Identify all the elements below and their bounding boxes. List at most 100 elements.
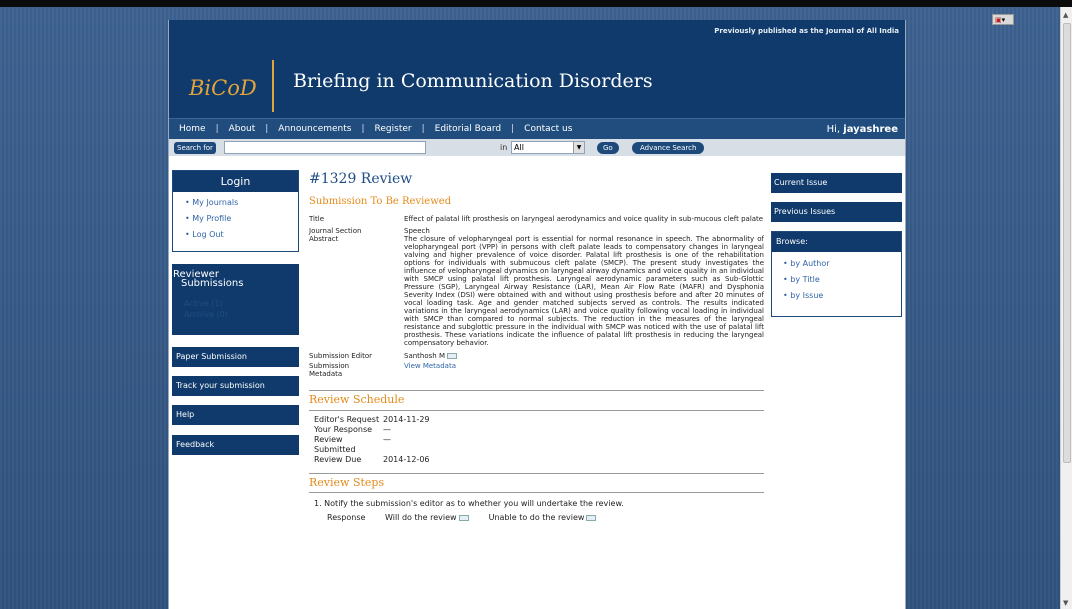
schedule-value: 2014-12-06 — [383, 455, 430, 464]
user-greeting: Hi, jayashree — [827, 124, 898, 135]
paper-submission-link[interactable]: Paper Submission — [172, 347, 299, 367]
response-label: Response — [327, 513, 366, 522]
email-icon[interactable] — [586, 514, 597, 521]
scroll-down-arrow-icon[interactable]: ▼ — [1063, 599, 1068, 607]
username: jayashree — [843, 124, 898, 135]
login-links: My Journals My Profile Log Out — [173, 192, 298, 243]
abstract-row: Abstract The closure of velopharyngeal p… — [309, 235, 764, 347]
feedback-link[interactable]: Feedback — [172, 435, 299, 455]
login-title: Login — [173, 171, 298, 192]
search-scope-select[interactable]: All ▼ — [511, 141, 585, 154]
view-metadata-link[interactable]: View Metadata — [404, 362, 764, 378]
nav-register[interactable]: Register — [373, 124, 414, 134]
abstract-value: The closure of velopharyngeal port is es… — [404, 235, 764, 347]
nav-home[interactable]: Home — [177, 124, 208, 134]
search-go-button[interactable]: Go — [597, 142, 619, 154]
scrollbar-thumb[interactable] — [1063, 23, 1071, 463]
schedule-value: — — [383, 435, 391, 444]
track-submission-link[interactable]: Track your submission — [172, 376, 299, 396]
journal-section-value: Speech — [404, 227, 430, 235]
journal-title: Briefing in Communication Disorders — [293, 70, 653, 92]
greeting-prefix: Hi, — [826, 124, 841, 135]
schedule-label: Editor's Request — [314, 415, 380, 424]
nav-separator: | — [215, 124, 219, 134]
review-step-1: 1. Notify the submission's editor as to … — [314, 499, 624, 508]
nav-separator: | — [421, 124, 425, 134]
unable-review-option: Unable to do the review — [489, 512, 597, 523]
review-schedule-table: Editor's Request 2014-11-29 Your Response… — [309, 415, 764, 465]
nav-announcements[interactable]: Announcements — [276, 124, 353, 134]
submission-editor-value: Santhosh M — [404, 352, 445, 360]
my-profile-link[interactable]: My Profile — [185, 211, 298, 227]
browse-box: Browse: by Author by Title by Issue — [771, 231, 902, 317]
review-heading: #1329 Review — [309, 171, 413, 187]
current-issue-link[interactable]: Current Issue — [771, 173, 902, 193]
schedule-value: — — [383, 425, 391, 434]
nav-contact-us[interactable]: Contact us — [522, 124, 574, 134]
metadata-label-line2: Metadata — [309, 370, 343, 378]
schedule-row: Review Submitted — — [309, 435, 764, 455]
will-do-review-label: Will do the review — [385, 513, 457, 522]
my-journals-link[interactable]: My Journals — [185, 195, 298, 211]
will-do-review-option: Will do the review — [385, 512, 469, 523]
browse-title: Browse: — [772, 232, 901, 252]
submission-editor-row: Submission Editor Santhosh M — [309, 351, 764, 361]
vertical-scrollbar[interactable]: ▲ ▼ — [1060, 7, 1072, 609]
metadata-label-line1: Submission — [309, 362, 350, 370]
abstract-label: Abstract — [309, 235, 339, 243]
reviewer-submissions-box: Reviewer Submissions Active (1) Archive (… — [172, 264, 299, 335]
unable-review-label: Unable to do the review — [488, 513, 585, 522]
review-schedule-title: Review Schedule — [309, 393, 405, 406]
log-out-link[interactable]: Log Out — [185, 227, 298, 243]
journal-page: Previously published as the Journal of A… — [168, 20, 906, 609]
reviewer-submissions-links: Active (1) Archive (0) — [172, 288, 299, 320]
previous-issues-link[interactable]: Previous Issues — [771, 202, 902, 222]
archive-submissions-link[interactable]: Archive (0) — [184, 309, 299, 320]
site-header: Previously published as the Journal of A… — [169, 20, 905, 118]
divider — [309, 473, 764, 474]
schedule-row: Your Response — — [309, 425, 764, 435]
main-nav: Home | About | Announcements | Register … — [169, 118, 905, 139]
journal-logo[interactable]: BiCoD — [189, 76, 257, 100]
nav-separator: | — [361, 124, 365, 134]
nav-separator: | — [511, 124, 515, 134]
browse-by-issue-link[interactable]: by Issue — [783, 288, 901, 304]
reviewer-submissions-title: Reviewer Submissions — [172, 264, 299, 289]
title-value: Effect of palatal lift prosthesis on lar… — [404, 215, 764, 223]
logo-divider — [272, 60, 274, 112]
submission-metadata-row: Submission Metadata View Metadata — [309, 362, 764, 378]
compatibility-view-icon[interactable]: ▣▾ — [992, 14, 1014, 25]
window-top-bar — [0, 0, 1072, 7]
divider — [309, 410, 764, 411]
login-box: Login My Journals My Profile Log Out — [172, 170, 299, 252]
nav-editorial-board[interactable]: Editorial Board — [433, 124, 503, 134]
search-in-label: in — [500, 143, 508, 152]
chevron-down-icon[interactable]: ▼ — [573, 142, 584, 153]
scroll-up-arrow-icon[interactable]: ▲ — [1063, 11, 1068, 19]
browse-by-author-link[interactable]: by Author — [783, 256, 901, 272]
response-row: Response Will do the review Unable to do… — [309, 512, 764, 523]
title-label: Title — [309, 215, 325, 223]
email-icon[interactable] — [446, 353, 457, 359]
nav-about[interactable]: About — [227, 124, 258, 134]
nav-separator: | — [265, 124, 269, 134]
search-input[interactable] — [224, 141, 426, 154]
submission-editor-label: Submission Editor — [309, 352, 372, 360]
schedule-label: Review Due — [314, 455, 362, 464]
advanced-search-button[interactable]: Advance Search — [632, 142, 705, 154]
review-steps-title: Review Steps — [309, 476, 385, 489]
submission-editor-cell: Santhosh M — [404, 351, 764, 361]
submission-metadata-label: Submission Metadata — [309, 362, 404, 378]
browse-by-title-link[interactable]: by Title — [783, 272, 901, 288]
active-submissions-link[interactable]: Active (1) — [184, 298, 299, 309]
submission-section-title: Submission To Be Reviewed — [309, 196, 452, 207]
schedule-value: 2014-11-29 — [383, 415, 430, 424]
title-row: Title Effect of palatal lift prosthesis … — [309, 215, 764, 223]
submissions-title-line: Submissions — [181, 278, 244, 289]
email-icon[interactable] — [458, 514, 469, 521]
browse-links: by Author by Title by Issue — [772, 252, 901, 304]
schedule-row: Review Due 2014-12-06 — [309, 455, 764, 465]
previously-published-note: Previously published as the Journal of A… — [714, 27, 899, 35]
help-link[interactable]: Help — [172, 405, 299, 425]
journal-section-label: Journal Section — [309, 227, 362, 235]
